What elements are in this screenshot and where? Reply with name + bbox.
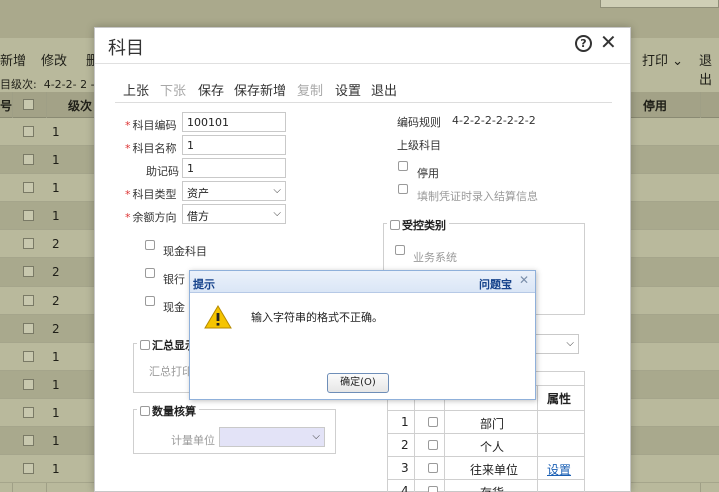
row-checkbox[interactable] bbox=[23, 435, 34, 447]
alert-title: 提示 bbox=[193, 278, 215, 291]
parent-label: 上级科目 bbox=[397, 139, 441, 152]
row-number: 4 bbox=[401, 484, 409, 492]
attr-header-property: 属性 bbox=[547, 392, 572, 406]
alert-brand-link[interactable]: 问题宝 bbox=[479, 276, 512, 292]
row-number: 2 bbox=[401, 438, 409, 452]
exit-button[interactable]: 退出 bbox=[371, 80, 397, 99]
row-checkbox[interactable] bbox=[23, 350, 34, 362]
bg-toolbar-edit[interactable]: 修改 bbox=[41, 50, 67, 69]
row-checkbox[interactable] bbox=[428, 440, 438, 450]
background-top-field bbox=[600, 0, 719, 8]
bg-header-disabled: 停用 bbox=[643, 99, 668, 113]
dialog-title: 科目 bbox=[108, 38, 144, 59]
name-input[interactable]: 1 bbox=[182, 135, 286, 155]
unit-select[interactable]: ⌵ bbox=[219, 427, 325, 447]
quantity-legend: 数量核算 bbox=[137, 403, 199, 419]
bg-header-level: 级次 bbox=[68, 99, 93, 113]
summary-checkbox[interactable] bbox=[140, 340, 150, 350]
next-button[interactable]: 下张 bbox=[160, 80, 186, 99]
row-name: 往来单位 bbox=[470, 463, 519, 477]
chevron-down-icon: ⌵ bbox=[273, 208, 281, 219]
bg-toolbar-exit[interactable]: 退出 bbox=[699, 50, 719, 88]
code-input[interactable]: 100101 bbox=[182, 112, 286, 132]
warning-icon bbox=[204, 305, 232, 329]
code-label: * 科目编码 bbox=[125, 119, 177, 132]
bg-header-code: 号 bbox=[0, 99, 13, 113]
account-dialog: 科目 ? ✕ 上张 下张 保存 保存新增 复制 设置 退出 * 科目编码 1001… bbox=[94, 27, 631, 492]
setup-link[interactable]: 设置 bbox=[547, 461, 571, 478]
aux-select[interactable]: ⌵ bbox=[535, 334, 579, 354]
row-checkbox[interactable] bbox=[23, 126, 34, 137]
row-number: 1 bbox=[401, 415, 409, 429]
direction-label: * 余额方向 bbox=[125, 211, 177, 224]
row-checkbox[interactable] bbox=[428, 486, 438, 492]
cash-label: 现金科目 bbox=[163, 245, 207, 258]
save-button[interactable]: 保存 bbox=[198, 80, 224, 99]
row-number: 3 bbox=[401, 461, 409, 475]
chevron-down-icon: ⌵ bbox=[273, 185, 281, 196]
row-name: 存货 bbox=[480, 484, 504, 492]
chevron-down-icon: ⌵ bbox=[566, 338, 574, 349]
cash-equivalent-checkbox[interactable] bbox=[145, 296, 155, 306]
bg-header-checkbox[interactable] bbox=[23, 99, 34, 110]
alert-message: 输入字符串的格式不正确。 bbox=[251, 311, 383, 324]
row-checkbox[interactable] bbox=[23, 266, 34, 278]
name-label: * 科目名称 bbox=[125, 142, 177, 155]
rule-value: 4-2-2-2-2-2-2-2 bbox=[452, 114, 536, 127]
bg-toolbar-print[interactable]: 打印 ⌄ bbox=[642, 50, 683, 69]
row-checkbox[interactable] bbox=[23, 406, 34, 418]
ok-button[interactable]: 确定(O) bbox=[327, 373, 389, 393]
business-checkbox[interactable] bbox=[395, 245, 405, 255]
settle-label: 填制凭证时录入结算信息 bbox=[417, 190, 538, 203]
row-checkbox[interactable] bbox=[23, 210, 34, 222]
row-checkbox[interactable] bbox=[23, 182, 34, 194]
row-name: 个人 bbox=[480, 440, 505, 454]
row-checkbox[interactable] bbox=[23, 463, 34, 475]
mnemonic-label: 助记码 bbox=[146, 165, 179, 178]
prev-button[interactable]: 上张 bbox=[123, 80, 149, 99]
cash-checkbox[interactable] bbox=[145, 240, 155, 250]
summary-print-label: 汇总打印 bbox=[149, 365, 193, 378]
row-checkbox[interactable] bbox=[23, 378, 34, 390]
row-checkbox[interactable] bbox=[23, 238, 34, 250]
unit-label: 计量单位 bbox=[171, 434, 215, 447]
quantity-checkbox[interactable] bbox=[140, 406, 150, 416]
bank-label: 银行 bbox=[163, 273, 185, 286]
copy-button[interactable]: 复制 bbox=[297, 80, 323, 99]
row-checkbox[interactable] bbox=[23, 294, 34, 306]
row-checkbox[interactable] bbox=[23, 154, 34, 166]
bank-checkbox[interactable] bbox=[145, 268, 155, 278]
business-label: 业务系统 bbox=[413, 251, 457, 264]
alert-dialog: 提示 问题宝 ✕ 输入字符串的格式不正确。 确定(O) bbox=[189, 270, 536, 400]
bg-toolbar-new[interactable]: 新增 bbox=[0, 50, 26, 69]
row-checkbox[interactable] bbox=[428, 417, 438, 427]
mnemonic-input[interactable]: 1 bbox=[182, 158, 286, 178]
controlled-legend: 受控类别 bbox=[387, 217, 449, 233]
row-name: 部门 bbox=[480, 417, 505, 431]
settings-button[interactable]: 设置 bbox=[335, 80, 361, 99]
cash-equivalent-label: 现金 bbox=[163, 301, 185, 314]
type-label: * 科目类型 bbox=[125, 188, 177, 201]
close-icon[interactable]: ✕ bbox=[519, 273, 529, 287]
row-checkbox[interactable] bbox=[23, 322, 34, 334]
chevron-down-icon: ⌵ bbox=[312, 431, 320, 442]
bg-level-filter: 目级次: 4-2-2- 2 - 2 bbox=[0, 78, 106, 91]
help-icon[interactable]: ? bbox=[575, 35, 592, 52]
disable-label: 停用 bbox=[417, 167, 439, 180]
settle-checkbox[interactable] bbox=[398, 184, 408, 194]
save-new-button[interactable]: 保存新增 bbox=[234, 80, 286, 99]
alert-header: 提示 问题宝 ✕ bbox=[190, 271, 535, 293]
disable-checkbox[interactable] bbox=[398, 161, 408, 171]
row-checkbox[interactable] bbox=[428, 463, 438, 473]
type-select[interactable]: 资产 ⌵ bbox=[182, 181, 286, 201]
controlled-checkbox[interactable] bbox=[390, 220, 400, 230]
close-icon[interactable]: ✕ bbox=[600, 30, 617, 54]
direction-select[interactable]: 借方 ⌵ bbox=[182, 204, 286, 224]
rule-label: 编码规则 bbox=[397, 116, 441, 129]
